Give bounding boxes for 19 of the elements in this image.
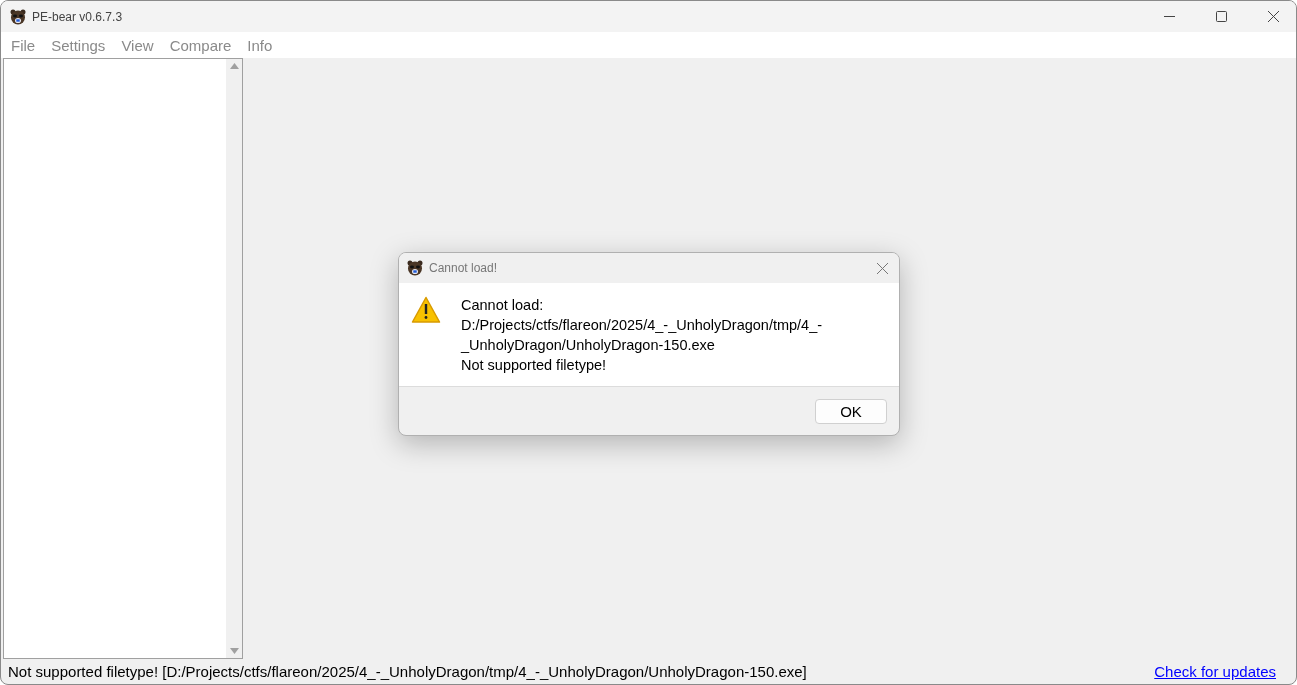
update-link[interactable]: Check for updates [1154, 663, 1276, 680]
ok-button[interactable]: OK [815, 398, 887, 424]
warning-icon [411, 296, 441, 324]
menu-item[interactable]: Settings [43, 36, 114, 54]
menu-item[interactable]: File [3, 36, 44, 54]
menu-item[interactable]: Compare [161, 36, 240, 54]
menu-item[interactable]: Info [239, 36, 281, 54]
scroll-up-icon[interactable] [229, 63, 239, 69]
maximize-icon [1215, 11, 1227, 22]
scroll-down-icon[interactable] [229, 648, 239, 654]
close-icon [1267, 11, 1279, 22]
error-message: Cannot load: D:/Projects/ctfs/flareon/2025/4_-_UnholyDragon/tmp/4_- _UnholyDragon/UnholyDragon-150.exe Not supported filetype! [461, 296, 823, 375]
menu-item[interactable]: View [113, 36, 162, 54]
bear-icon [407, 260, 423, 276]
close-icon [876, 262, 888, 274]
bear-icon [10, 8, 26, 25]
window-title: PE-bear v0.6.7.3 [32, 9, 123, 24]
status-message: Not supported filetype! [D:/Projects/ctfs/flareon/2025/4_-_UnholyDragon/tmp/4_-_UnholyDragon/UnholyDragon-150.exe] [8, 663, 807, 680]
dialog-title: Cannot load! [429, 261, 498, 275]
